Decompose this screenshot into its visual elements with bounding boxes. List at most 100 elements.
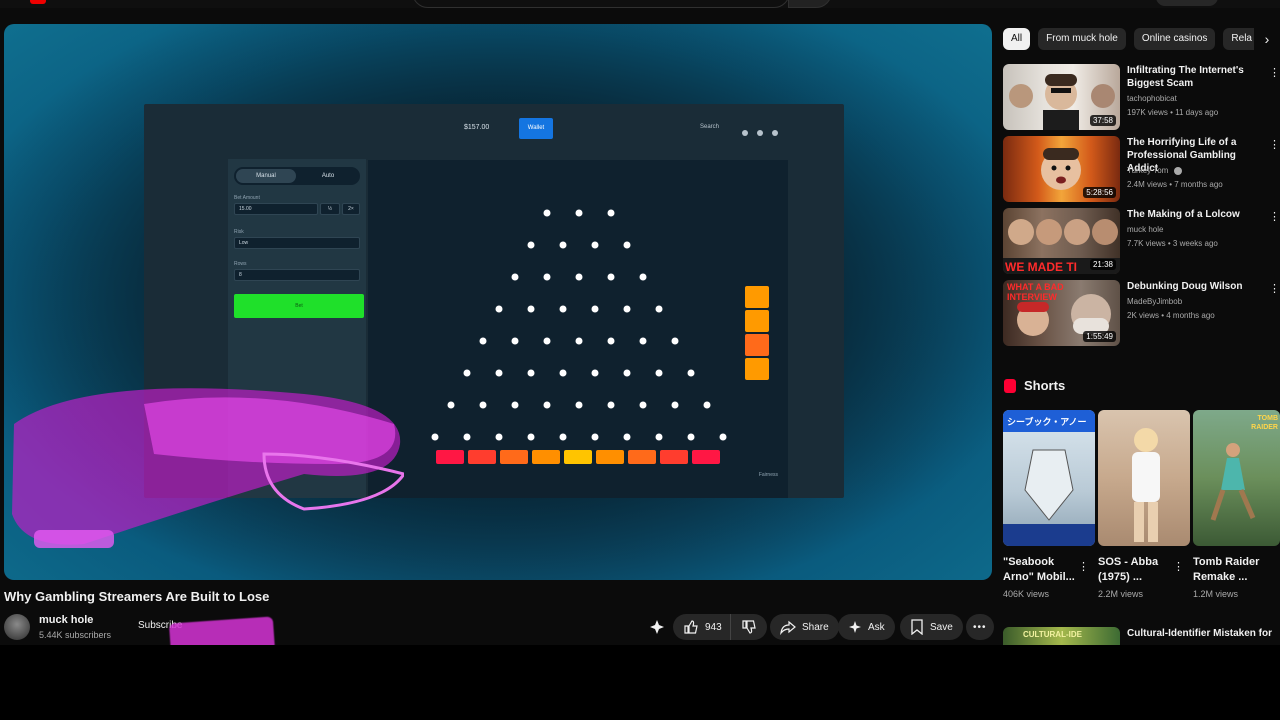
game-bet-amount-label: Bet Amount: [234, 195, 260, 201]
recommendation-item[interactable]: 5:28:56 The Horrifying Life of a Profess…: [1003, 136, 1280, 202]
recommendation-channel[interactable]: MadeByJimbob: [1127, 297, 1182, 306]
game-rows-select: 8: [234, 269, 360, 281]
game-bet-button: Bet: [234, 294, 364, 318]
video-player[interactable]: $157.00 Wallet Search Manual Auto Bet Am…: [4, 24, 992, 580]
thumbnail-caption: WHAT A BAD INTERVIEW: [1007, 282, 1064, 302]
recommendation-meta: 2.4M views • 7 months ago: [1127, 180, 1223, 189]
top-bar: [0, 0, 1280, 8]
short-title[interactable]: "Seabook Arno" Mobil...: [1003, 555, 1087, 585]
game-bet-amount-field: 15.00: [234, 203, 318, 215]
short-views: 1.2M views: [1193, 589, 1239, 599]
more-vertical-icon[interactable]: ⋮: [1269, 282, 1280, 295]
chevron-right-icon[interactable]: ›: [1254, 28, 1280, 50]
more-vertical-icon[interactable]: ⋮: [1269, 138, 1280, 151]
game-risk-select: Low: [234, 237, 360, 249]
recommendation-title[interactable]: Infiltrating The Internet's Biggest Scam: [1127, 64, 1267, 90]
game-risk-label: Risk: [234, 229, 244, 235]
chip-all[interactable]: All: [1003, 28, 1031, 50]
more-vertical-icon[interactable]: ⋮: [1078, 560, 1089, 573]
bookmark-icon: [911, 619, 923, 635]
save-button[interactable]: Save: [900, 614, 963, 640]
recommendation-thumbnail[interactable]: 37:58: [1003, 64, 1120, 130]
shorts-heading-label: Shorts: [1024, 378, 1066, 393]
recommendation-meta: 197K views • 11 days ago: [1127, 108, 1219, 117]
sparkle-icon[interactable]: [647, 617, 667, 637]
recommendation-channel[interactable]: muck hole: [1127, 225, 1163, 234]
recommendation-item[interactable]: WE MADE TI 21:38 The Making of a Lolcow …: [1003, 208, 1280, 274]
verified-icon: [1173, 166, 1182, 175]
more-icon: •••: [973, 621, 987, 633]
ask-label: Ask: [868, 621, 885, 633]
short-thumbnail[interactable]: [1098, 410, 1190, 546]
shorts-icon: [1004, 378, 1016, 393]
short-thumbnail[interactable]: シーブック・アノー: [1003, 410, 1095, 546]
more-vertical-icon[interactable]: ⋮: [1269, 210, 1280, 223]
below-video-area: [0, 645, 1280, 720]
logo-icon: [30, 0, 46, 4]
more-vertical-icon[interactable]: ⋮: [1173, 560, 1184, 573]
youtube-logo[interactable]: [30, 0, 90, 4]
short-thumb-caption: シーブック・アノー: [1007, 417, 1087, 427]
recommendation-thumbnail[interactable]: CULTURAL-IDE: [1003, 627, 1120, 645]
game-balance: $157.00: [464, 124, 490, 131]
recommendation-title[interactable]: Cultural-Identifier Mistaken for: [1127, 628, 1272, 639]
short-title[interactable]: Tomb Raider Remake ...: [1193, 555, 1277, 585]
short-thumbnail[interactable]: TOMB RAIDER: [1193, 410, 1280, 546]
filter-chips: All From muck hole Online casinos Rela ›: [1003, 28, 1280, 50]
recommendation-meta: 7.7K views • 3 weeks ago: [1127, 239, 1218, 248]
short-thumb-caption: TOMB RAIDER: [1251, 415, 1278, 431]
game-search: Search: [700, 124, 720, 130]
chip-from-channel[interactable]: From muck hole: [1038, 28, 1126, 50]
game-fairness-link: Fairness: [758, 472, 778, 478]
ask-button[interactable]: Ask: [838, 614, 895, 640]
game-tab-auto: Auto: [321, 173, 335, 179]
thumbnail-caption: CULTURAL-IDE: [1023, 630, 1082, 639]
recommendation-item[interactable]: 37:58 Infiltrating The Internet's Bigges…: [1003, 64, 1280, 130]
more-vertical-icon[interactable]: ⋮: [1269, 66, 1280, 79]
short-views: 406K views: [1003, 589, 1050, 599]
thumbs-down-icon: [742, 620, 756, 634]
recommendation-meta: 2K views • 4 months ago: [1127, 311, 1215, 320]
video-duration: 1:55:49: [1083, 331, 1116, 342]
channel-subscribers: 5.44K subscribers: [39, 630, 112, 640]
share-label: Share: [802, 621, 829, 633]
plinko-pegs: [431, 209, 769, 464]
pink-scribble-overlay: [12, 388, 404, 548]
video-title: Why Gambling Streamers Are Built to Lose: [4, 589, 270, 604]
recommendation-title[interactable]: The Making of a Lolcow: [1127, 208, 1267, 221]
recommendation-channel[interactable]: Turkey Tom: [1127, 166, 1168, 175]
thumbnail-caption: WE MADE TI: [1005, 260, 1077, 274]
short-title[interactable]: SOS - Abba (1975) ...: [1098, 555, 1182, 585]
search-button[interactable]: [788, 0, 832, 8]
game-rows-label: Rows: [234, 261, 247, 267]
video-duration: 37:58: [1089, 115, 1116, 126]
recommendation-thumbnail[interactable]: 5:28:56: [1003, 136, 1120, 202]
dislike-button[interactable]: [729, 614, 767, 640]
recommendation-item[interactable]: WHAT A BAD INTERVIEW 1:55:49 Debunking D…: [1003, 280, 1280, 346]
recommendation-thumbnail[interactable]: WE MADE TI 21:38: [1003, 208, 1120, 274]
chip-online-casinos[interactable]: Online casinos: [1133, 28, 1216, 50]
save-label: Save: [930, 621, 953, 633]
like-button[interactable]: 943: [673, 614, 730, 640]
search-input[interactable]: [412, 0, 790, 8]
recommendation-channel[interactable]: tachophobicat: [1127, 94, 1177, 103]
share-icon: [780, 620, 796, 635]
share-button[interactable]: Share: [770, 614, 839, 640]
account-button[interactable]: [1156, 0, 1218, 6]
game-half-button: ½: [320, 203, 340, 215]
channel-avatar[interactable]: [4, 614, 30, 640]
game-double-button: 2×: [342, 203, 360, 215]
video-duration: 5:28:56: [1083, 187, 1116, 198]
shorts-heading: Shorts: [1004, 378, 1065, 393]
recommendation-title[interactable]: Debunking Doug Wilson: [1127, 280, 1267, 293]
game-header-icons: [742, 123, 788, 136]
game-tab-manual: Manual: [236, 169, 296, 183]
channel-name[interactable]: muck hole: [39, 614, 93, 626]
like-count: 943: [705, 621, 722, 633]
game-wallet-button: Wallet: [519, 118, 553, 139]
short-views: 2.2M views: [1098, 589, 1144, 599]
more-actions-button[interactable]: •••: [966, 614, 994, 640]
video-duration: 21:38: [1089, 259, 1116, 270]
sparkle-ask-icon: [849, 621, 861, 633]
recommendation-thumbnail[interactable]: WHAT A BAD INTERVIEW 1:55:49: [1003, 280, 1120, 346]
